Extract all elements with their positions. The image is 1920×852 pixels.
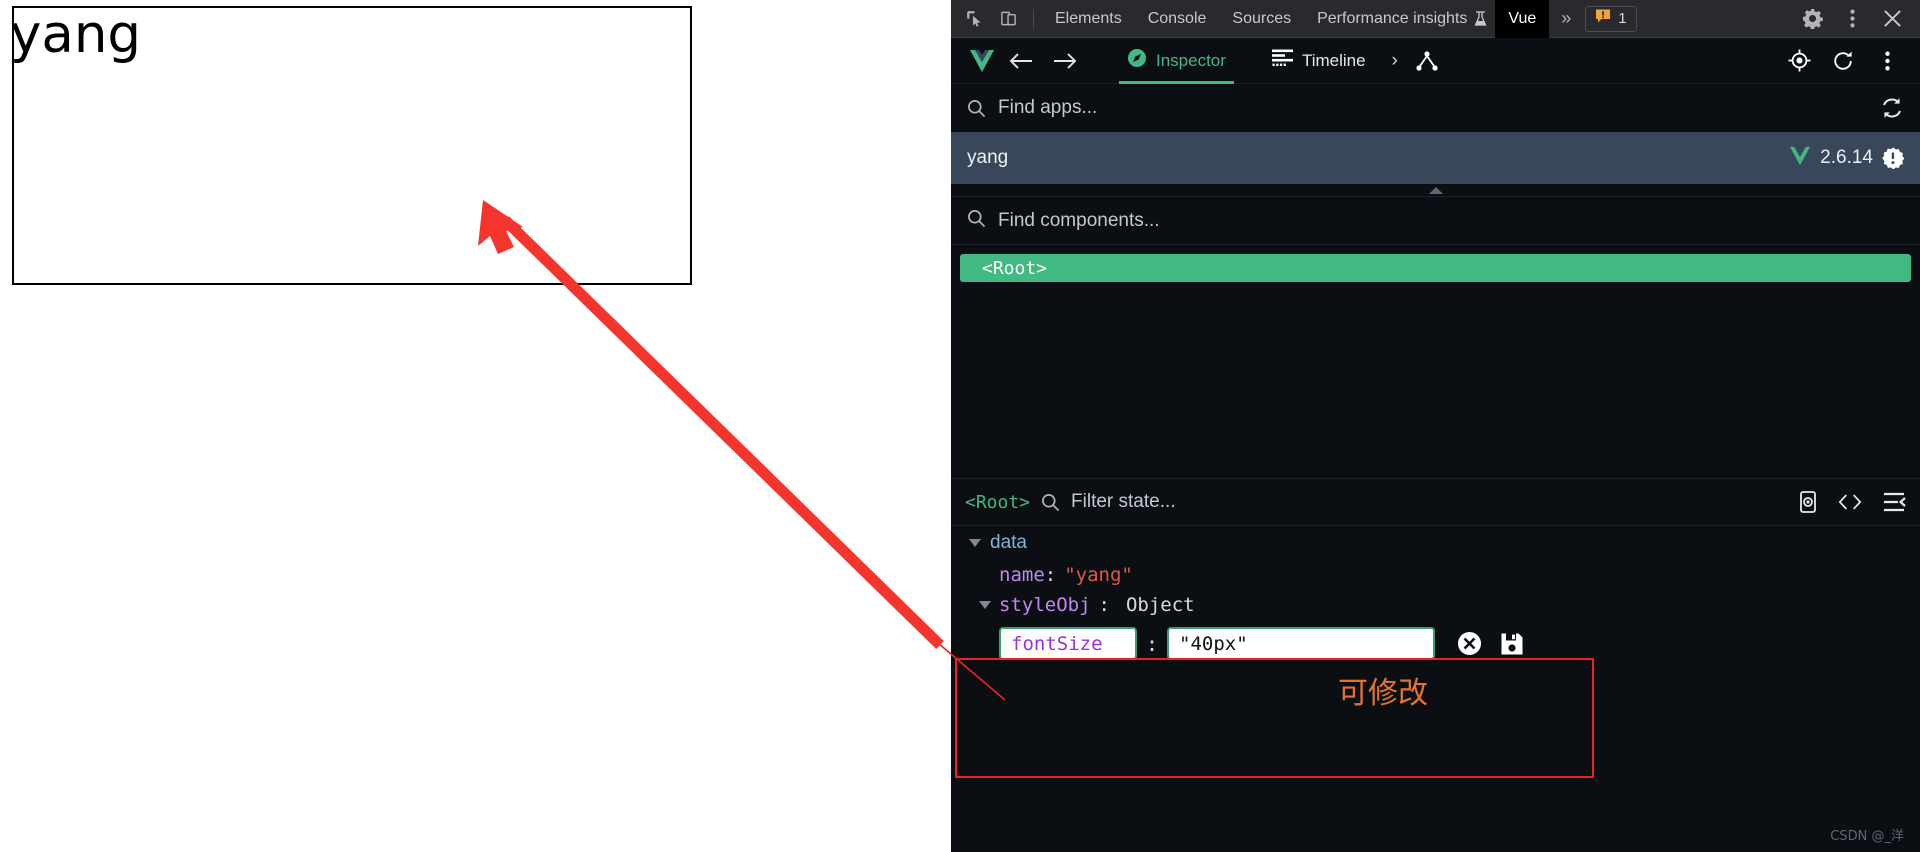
component-tree: <Root> <box>951 245 1920 478</box>
more-tabs-chevron-icon[interactable]: › <box>1380 50 1410 72</box>
app-list-item-yang[interactable]: yang 2.6.14 <box>951 132 1920 184</box>
tab-performance-insights-label: Performance insights <box>1317 9 1468 27</box>
find-components-search[interactable]: Find components... <box>951 197 1920 245</box>
state-panel-header: <Root> Filter state... <box>951 478 1920 526</box>
state-entry-styleobj[interactable]: styleObj : Object <box>951 590 1920 620</box>
tab-inspector-label: Inspector <box>1156 50 1226 70</box>
more-menu-icon[interactable] <box>1868 42 1906 80</box>
devtools-tabbar: Elements Console Sources Performance ins… <box>951 0 1920 38</box>
state-key-styleobj: styleObj <box>999 594 1091 616</box>
component-tree-item-root[interactable]: <Root> <box>960 254 1911 282</box>
refresh-apps-icon[interactable] <box>1880 96 1904 120</box>
vue-toolbar-right <box>1780 42 1906 80</box>
screenshot-root: yang Elements Console Sources Performanc… <box>0 0 1920 852</box>
state-group-data[interactable]: data <box>951 526 1920 560</box>
tab-elements[interactable]: Elements <box>1042 0 1135 38</box>
tab-timeline-label: Timeline <box>1301 50 1366 70</box>
state-editor-actions <box>1457 631 1524 656</box>
state-colon: : <box>1098 594 1110 616</box>
tab-vue[interactable]: Vue <box>1495 0 1550 38</box>
device-toolbar-icon[interactable] <box>991 2 1025 36</box>
open-in-editor-icon[interactable] <box>1838 493 1862 511</box>
find-apps-search[interactable]: Find apps... <box>951 84 1920 132</box>
app-name-label: yang <box>967 147 1009 168</box>
issues-badge[interactable]: 1 <box>1585 5 1637 32</box>
experiment-flask-icon <box>1474 10 1487 27</box>
refresh-icon[interactable] <box>1824 42 1862 80</box>
vue-logo-icon <box>1789 146 1811 171</box>
tab-timeline[interactable]: Timeline <box>1258 38 1380 84</box>
tab-inspector[interactable]: Inspector <box>1113 38 1240 84</box>
more-options-icon[interactable] <box>1832 2 1872 36</box>
devtools-tabbar-right <box>1792 2 1920 36</box>
vue-devtools-toolbar: Inspector Timeline › <box>951 38 1920 84</box>
watermark: CSDN @_洋 <box>1830 829 1904 844</box>
annotation-note-label: 可修改 <box>1338 676 1428 711</box>
state-edit-value-input[interactable]: "40px" <box>1167 627 1436 660</box>
state-entry-name[interactable]: name : "yang" <box>951 560 1920 590</box>
warning-badge-icon[interactable] <box>1882 147 1904 169</box>
search-icon <box>1041 493 1060 512</box>
find-apps-placeholder: Find apps... <box>998 97 1098 118</box>
caret-down-icon[interactable] <box>979 601 991 609</box>
save-edit-icon[interactable] <box>1500 632 1524 656</box>
state-edit-key-value: fontSize <box>1011 632 1103 655</box>
target-select-icon[interactable] <box>1780 42 1818 80</box>
compass-icon <box>1127 48 1147 73</box>
app-meta: 2.6.14 <box>1789 146 1904 171</box>
inspect-dom-icon[interactable] <box>1798 491 1818 513</box>
state-group-label: data <box>990 532 1027 553</box>
state-key-name: name <box>999 564 1045 586</box>
tab-performance-insights[interactable]: Performance insights <box>1304 0 1495 38</box>
apps-collapse-handle[interactable] <box>951 184 1920 197</box>
search-icon <box>967 99 986 118</box>
component-tree-icon[interactable] <box>1410 42 1444 80</box>
filter-state-placeholder[interactable]: Filter state... <box>1071 491 1176 513</box>
caret-down-icon[interactable] <box>969 539 981 547</box>
cancel-edit-icon[interactable] <box>1457 631 1482 656</box>
state-edit-colon: : <box>1146 631 1159 656</box>
app-version-label: 2.6.14 <box>1820 147 1873 168</box>
state-colon: : <box>1044 564 1057 586</box>
app-output-box: yang <box>10 4 692 285</box>
tab-console[interactable]: Console <box>1135 0 1220 38</box>
find-components-placeholder: Find components... <box>998 209 1160 231</box>
state-edit-key-input[interactable]: fontSize <box>999 627 1137 660</box>
state-edit-value-value: "40px" <box>1179 632 1248 655</box>
close-icon[interactable] <box>1872 2 1912 36</box>
state-editor-row: fontSize : "40px" <box>951 627 1920 660</box>
app-output-text: yang <box>10 4 142 65</box>
more-tabs-icon[interactable]: » <box>1549 8 1583 29</box>
vue-logo-icon <box>965 49 999 73</box>
state-value-styleobj: Object <box>1125 594 1195 616</box>
timeline-icon <box>1271 49 1293 72</box>
warning-message-icon <box>1595 8 1611 29</box>
state-panel-body: data name : "yang" styleObj : Object fon… <box>951 526 1920 771</box>
state-panel-actions <box>1798 491 1906 513</box>
state-value-name: "yang" <box>1064 564 1133 586</box>
toolbar-divider <box>1033 8 1034 29</box>
settings-gear-icon[interactable] <box>1792 2 1832 36</box>
issues-count: 1 <box>1618 10 1627 27</box>
expand-collapse-icon[interactable] <box>1882 492 1906 512</box>
browser-viewport: yang <box>0 0 951 852</box>
inspect-element-icon[interactable] <box>957 2 991 36</box>
search-icon <box>967 209 986 233</box>
chevron-up-icon <box>1428 186 1443 194</box>
forward-arrow-icon[interactable] <box>1043 41 1087 81</box>
devtools-panel: Elements Console Sources Performance ins… <box>951 0 1920 852</box>
tab-sources[interactable]: Sources <box>1219 0 1304 38</box>
back-arrow-icon[interactable] <box>999 41 1043 81</box>
state-breadcrumb[interactable]: <Root> <box>965 492 1030 513</box>
